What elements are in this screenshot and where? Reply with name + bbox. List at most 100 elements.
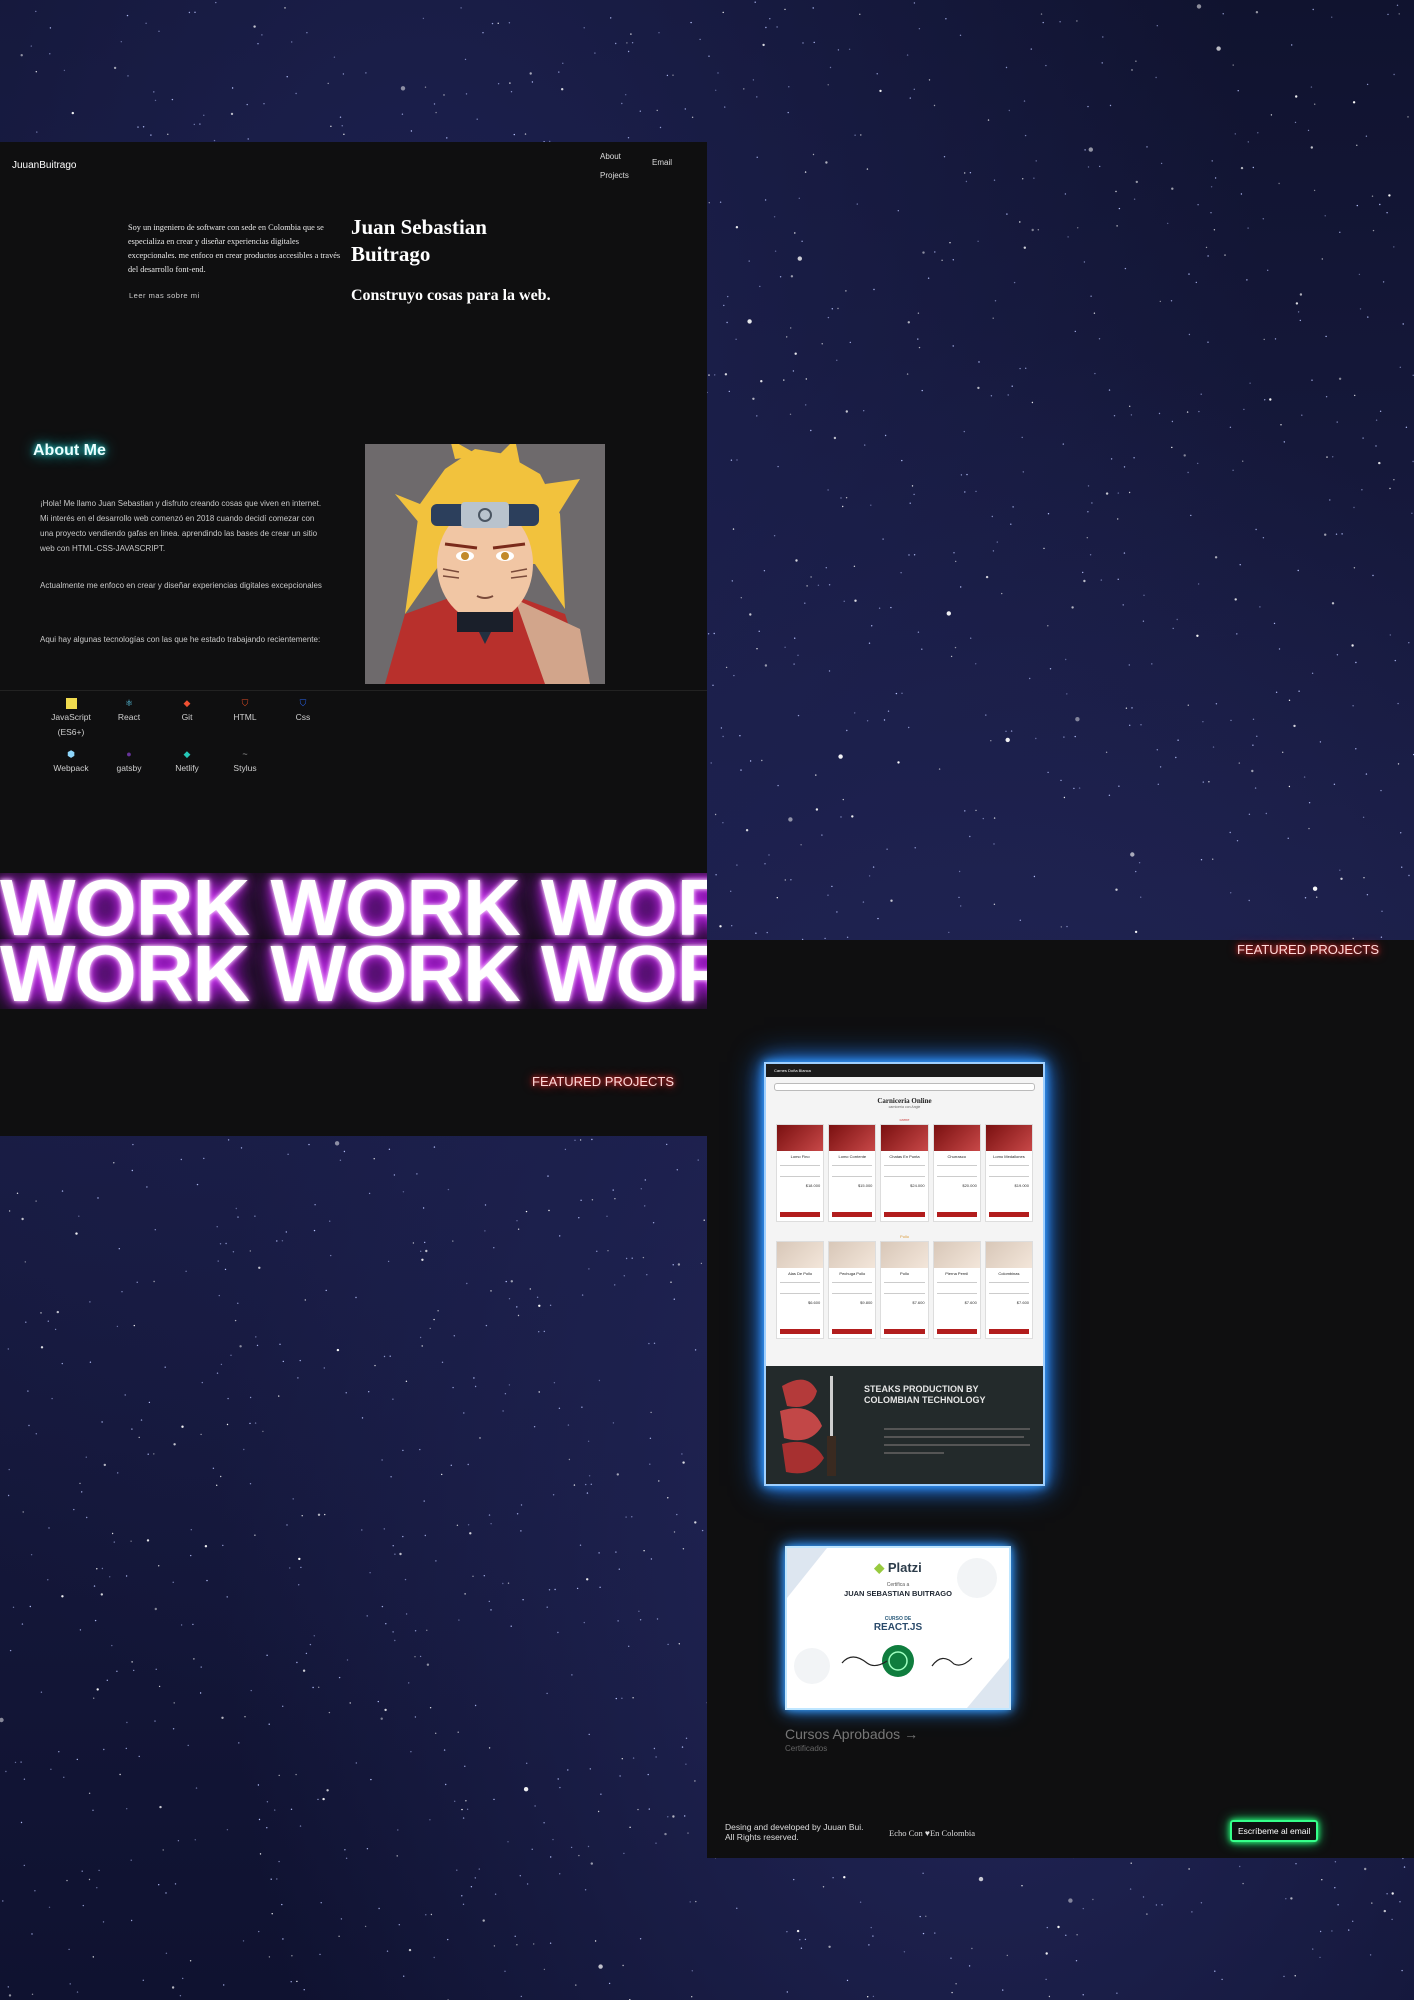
project-card-carniceria[interactable]: Carnes Doña Blanca Carniceria Online car… xyxy=(764,1062,1045,1486)
tech-html: ⛉ HTML xyxy=(217,698,273,725)
star xyxy=(872,866,875,868)
read-more-link[interactable]: Leer mas sobre mi xyxy=(129,291,200,300)
star xyxy=(1142,1896,1145,1898)
star xyxy=(513,133,515,136)
star xyxy=(146,1186,148,1188)
product-grid-row-1: Lomo Fino $18.000 Lomo Corriente $15.000 Cha… xyxy=(766,1122,1043,1224)
add-to-cart-button[interactable] xyxy=(884,1329,925,1334)
star xyxy=(34,1890,36,1892)
star xyxy=(445,1783,447,1786)
product-card[interactable]: Pierna Pernil $7.600 xyxy=(932,1241,981,1339)
about-title: About Me xyxy=(33,442,106,459)
star xyxy=(355,1762,357,1764)
star xyxy=(319,1953,321,1956)
nav-email-link[interactable]: Email xyxy=(652,158,672,167)
star xyxy=(464,1765,466,1768)
star xyxy=(840,497,842,499)
star xyxy=(266,1801,269,1803)
star xyxy=(909,97,911,99)
star xyxy=(543,1330,545,1333)
tech-label: Stylus xyxy=(233,763,257,773)
email-button[interactable]: Escríbeme al email xyxy=(1230,1820,1319,1842)
star xyxy=(648,1808,650,1810)
star xyxy=(804,602,806,604)
add-to-cart-button[interactable] xyxy=(936,1329,977,1334)
product-name: Lomo Corriente xyxy=(838,1154,867,1159)
star xyxy=(502,1410,504,1412)
star xyxy=(1142,620,1145,622)
star xyxy=(429,1819,431,1821)
star xyxy=(1308,827,1310,830)
star xyxy=(258,1930,260,1933)
product-card[interactable]: Lomo Medallones $19.000 xyxy=(984,1124,1034,1222)
product-card[interactable]: Churrasco $20.000 xyxy=(932,1124,981,1222)
star xyxy=(526,1762,528,1765)
star xyxy=(906,373,909,375)
star xyxy=(949,242,951,244)
star xyxy=(259,1853,262,1855)
tech-react: ⚛ React xyxy=(101,698,157,725)
star xyxy=(845,497,848,499)
star xyxy=(397,1829,399,1831)
star xyxy=(812,153,815,156)
star xyxy=(950,655,953,658)
platzi-icon: ◆ xyxy=(874,1560,885,1575)
product-card[interactable]: Lomo Fino $18.000 xyxy=(776,1124,825,1222)
star xyxy=(5,1770,7,1773)
add-to-cart-button[interactable] xyxy=(988,1212,1030,1217)
star xyxy=(1207,255,1209,257)
add-to-cart-button[interactable] xyxy=(936,1212,977,1217)
star xyxy=(1196,634,1199,637)
star xyxy=(131,1169,133,1172)
add-to-cart-button[interactable] xyxy=(832,1212,873,1217)
star xyxy=(394,1553,396,1555)
star xyxy=(220,1475,222,1478)
product-card[interactable]: Lomo Corriente $15.000 xyxy=(828,1124,877,1222)
add-to-cart-button[interactable] xyxy=(832,1329,873,1334)
nav-projects-link[interactable]: Projects xyxy=(600,171,629,180)
star xyxy=(664,1832,667,1836)
star xyxy=(1388,194,1391,197)
star xyxy=(1313,189,1316,192)
certificate-card[interactable]: ◆ Platzi Certifica a JUAN SEBASTIAN BUIT… xyxy=(785,1546,1011,1710)
star xyxy=(655,1756,657,1758)
star xyxy=(9,1649,12,1652)
star xyxy=(722,11,724,14)
star xyxy=(913,554,916,556)
star xyxy=(1312,1948,1314,1950)
star xyxy=(226,1423,229,1426)
product-image xyxy=(933,1125,980,1151)
star xyxy=(872,1995,875,1998)
product-card[interactable]: Colombinas $7.600 xyxy=(984,1241,1034,1339)
star xyxy=(412,1242,415,1244)
star xyxy=(831,885,833,888)
approved-courses-link[interactable]: Cursos Aprobados → xyxy=(785,1726,918,1742)
star xyxy=(47,1579,49,1581)
star xyxy=(215,1,217,4)
star xyxy=(1214,177,1217,179)
star xyxy=(784,8,786,11)
brand-logo[interactable]: JuuanBuitrago xyxy=(12,160,77,171)
nav-about-link[interactable]: About xyxy=(600,152,621,161)
star xyxy=(254,1534,256,1536)
star xyxy=(368,1192,371,1195)
star xyxy=(866,168,869,170)
add-to-cart-button[interactable] xyxy=(988,1329,1030,1334)
star xyxy=(1068,1898,1073,1903)
star xyxy=(1086,537,1089,539)
product-card[interactable]: Chatas En Punta $24.000 xyxy=(880,1124,929,1222)
product-card[interactable]: Pollo $7.600 xyxy=(880,1241,929,1339)
product-card[interactable]: Alas De Pollo $6.600 xyxy=(776,1241,825,1339)
add-to-cart-button[interactable] xyxy=(780,1212,821,1217)
star xyxy=(1128,491,1131,494)
star xyxy=(1365,135,1368,137)
product-card[interactable]: Pechuga Pollo $9.800 xyxy=(828,1241,877,1339)
add-to-cart-button[interactable] xyxy=(884,1212,925,1217)
tech-javascript: JavaScript (ES6+) xyxy=(43,698,99,740)
star xyxy=(126,1721,128,1724)
star xyxy=(79,1629,82,1631)
star xyxy=(220,1363,223,1366)
add-to-cart-button[interactable] xyxy=(780,1329,821,1334)
star xyxy=(681,1746,684,1748)
star xyxy=(625,94,627,96)
